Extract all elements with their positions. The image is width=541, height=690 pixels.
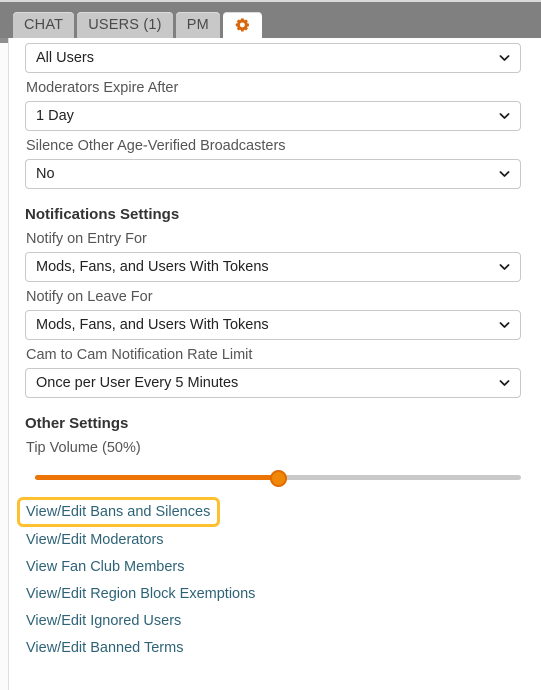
tip-volume-slider-fill xyxy=(35,475,278,480)
moderators-expire-value: 1 Day xyxy=(36,108,74,124)
tip-volume-slider-thumb[interactable] xyxy=(270,469,287,487)
vertical-scrollbar[interactable] xyxy=(0,38,9,690)
settings-links-list: View/Edit Bans and Silences View/Edit Mod… xyxy=(17,497,521,662)
link-banned-terms[interactable]: View/Edit Banned Terms xyxy=(25,635,183,662)
tip-volume-slider-track[interactable] xyxy=(35,469,521,487)
link-bans-and-silences[interactable]: View/Edit Bans and Silences xyxy=(17,497,221,527)
tab-users-label: USERS (1) xyxy=(88,17,162,33)
cam-rate-limit-select[interactable]: Once per User Every 5 Minutes xyxy=(25,368,521,398)
gear-icon xyxy=(235,17,249,32)
link-moderators[interactable]: View/Edit Moderators xyxy=(25,527,164,554)
silence-broadcasters-value: No xyxy=(36,166,55,182)
notifications-settings-heading: Notifications Settings xyxy=(25,206,180,223)
cam-rate-limit-value: Once per User Every 5 Minutes xyxy=(36,375,239,391)
settings-scroll-panel: All Users Moderators Expire After 1 Day … xyxy=(0,38,541,690)
notify-leave-select[interactable]: Mods, Fans, and Users With Tokens xyxy=(25,310,521,340)
notify-entry-select[interactable]: Mods, Fans, and Users With Tokens xyxy=(25,252,521,282)
tab-settings[interactable] xyxy=(222,12,262,38)
chevron-down-icon xyxy=(499,380,510,386)
notify-entry-label: Notify on Entry For xyxy=(26,231,147,247)
tab-pm[interactable]: PM xyxy=(175,12,220,38)
moderators-expire-select[interactable]: 1 Day xyxy=(25,101,521,131)
silence-broadcasters-select[interactable]: No xyxy=(25,159,521,189)
chevron-down-icon xyxy=(499,264,510,270)
tip-volume-label: Tip Volume (50%) xyxy=(26,440,141,456)
other-settings-heading: Other Settings xyxy=(25,415,129,432)
link-region-block-exemptions[interactable]: View/Edit Region Block Exemptions xyxy=(25,581,255,608)
chat-settings-panel: CHAT USERS (1) PM All Users Moderators E… xyxy=(0,0,541,690)
tab-chat[interactable]: CHAT xyxy=(13,12,75,38)
tab-pm-label: PM xyxy=(186,17,209,33)
cam-rate-limit-label: Cam to Cam Notification Rate Limit xyxy=(26,347,253,363)
settings-content: All Users Moderators Expire After 1 Day … xyxy=(10,38,541,690)
chevron-down-icon xyxy=(499,55,510,61)
notify-leave-value: Mods, Fans, and Users With Tokens xyxy=(36,317,269,333)
chevron-down-icon xyxy=(499,322,510,328)
moderators-expire-label: Moderators Expire After xyxy=(26,80,179,96)
chevron-down-icon xyxy=(499,113,510,119)
tab-bar: CHAT USERS (1) PM xyxy=(0,0,541,38)
user-scope-value: All Users xyxy=(36,50,95,66)
tab-chat-label: CHAT xyxy=(24,17,64,33)
notify-entry-value: Mods, Fans, and Users With Tokens xyxy=(36,259,269,275)
link-fan-club-members[interactable]: View Fan Club Members xyxy=(25,554,185,581)
notify-leave-label: Notify on Leave For xyxy=(26,289,153,305)
tip-volume-slider[interactable] xyxy=(25,466,521,488)
user-scope-select[interactable]: All Users xyxy=(25,43,521,73)
chevron-down-icon xyxy=(499,171,510,177)
tab-users[interactable]: USERS (1) xyxy=(77,12,173,38)
link-ignored-users[interactable]: View/Edit Ignored Users xyxy=(25,608,181,635)
silence-broadcasters-label: Silence Other Age-Verified Broadcasters xyxy=(26,138,286,154)
